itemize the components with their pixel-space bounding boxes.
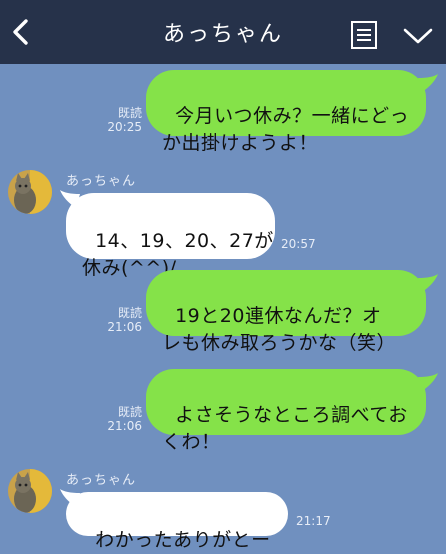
message-status: 既読 21:06 [100, 306, 142, 334]
sender-name: あっちゃん [66, 473, 137, 488]
message-bubble-received[interactable]: 14、19、20、27が 休み(^^)/ [66, 193, 275, 279]
message-time: 21:06 [107, 320, 142, 334]
message-text: よさそうなところ調べてお くわ！ [162, 404, 408, 453]
message-text: 19と20連休なんだ？オ レも休み取ろうかな（笑） [162, 305, 397, 354]
message-bubble-sent[interactable]: 今月いつ休み？一緒にどっ か出掛けようよ！ [146, 70, 426, 154]
message-time: 21:17 [296, 514, 331, 528]
sender-name: あっちゃん [66, 174, 137, 189]
message-text: わかったありがとー [95, 529, 271, 551]
chat-header: あっちゃん [0, 0, 446, 64]
notes-icon[interactable] [350, 20, 378, 50]
chat-title: あっちゃん [162, 22, 283, 47]
read-receipt: 既読 [117, 405, 142, 419]
avatar[interactable] [8, 170, 52, 214]
message-text: 今月いつ休み？一緒にどっ か出掛けようよ！ [162, 105, 410, 154]
cat-avatar-icon [8, 170, 52, 214]
message-status: 既読 21:06 [100, 405, 142, 433]
message-bubble-sent[interactable]: 19と20連休なんだ？オ レも休み取ろうかな（笑） [146, 270, 426, 354]
avatar[interactable] [8, 469, 52, 513]
read-receipt: 既読 [117, 106, 142, 120]
message-bubble-sent[interactable]: よさそうなところ調べてお くわ！ [146, 369, 426, 453]
message-time: 20:25 [107, 120, 142, 134]
read-receipt: 既読 [117, 306, 142, 320]
chevron-down-icon[interactable] [402, 26, 434, 46]
message-status: 既読 20:25 [100, 106, 142, 134]
message-bubble-received[interactable]: わかったありがとー [66, 492, 288, 551]
cat-avatar-icon [8, 469, 52, 513]
message-time: 21:06 [107, 419, 142, 433]
message-time: 20:57 [281, 237, 316, 251]
